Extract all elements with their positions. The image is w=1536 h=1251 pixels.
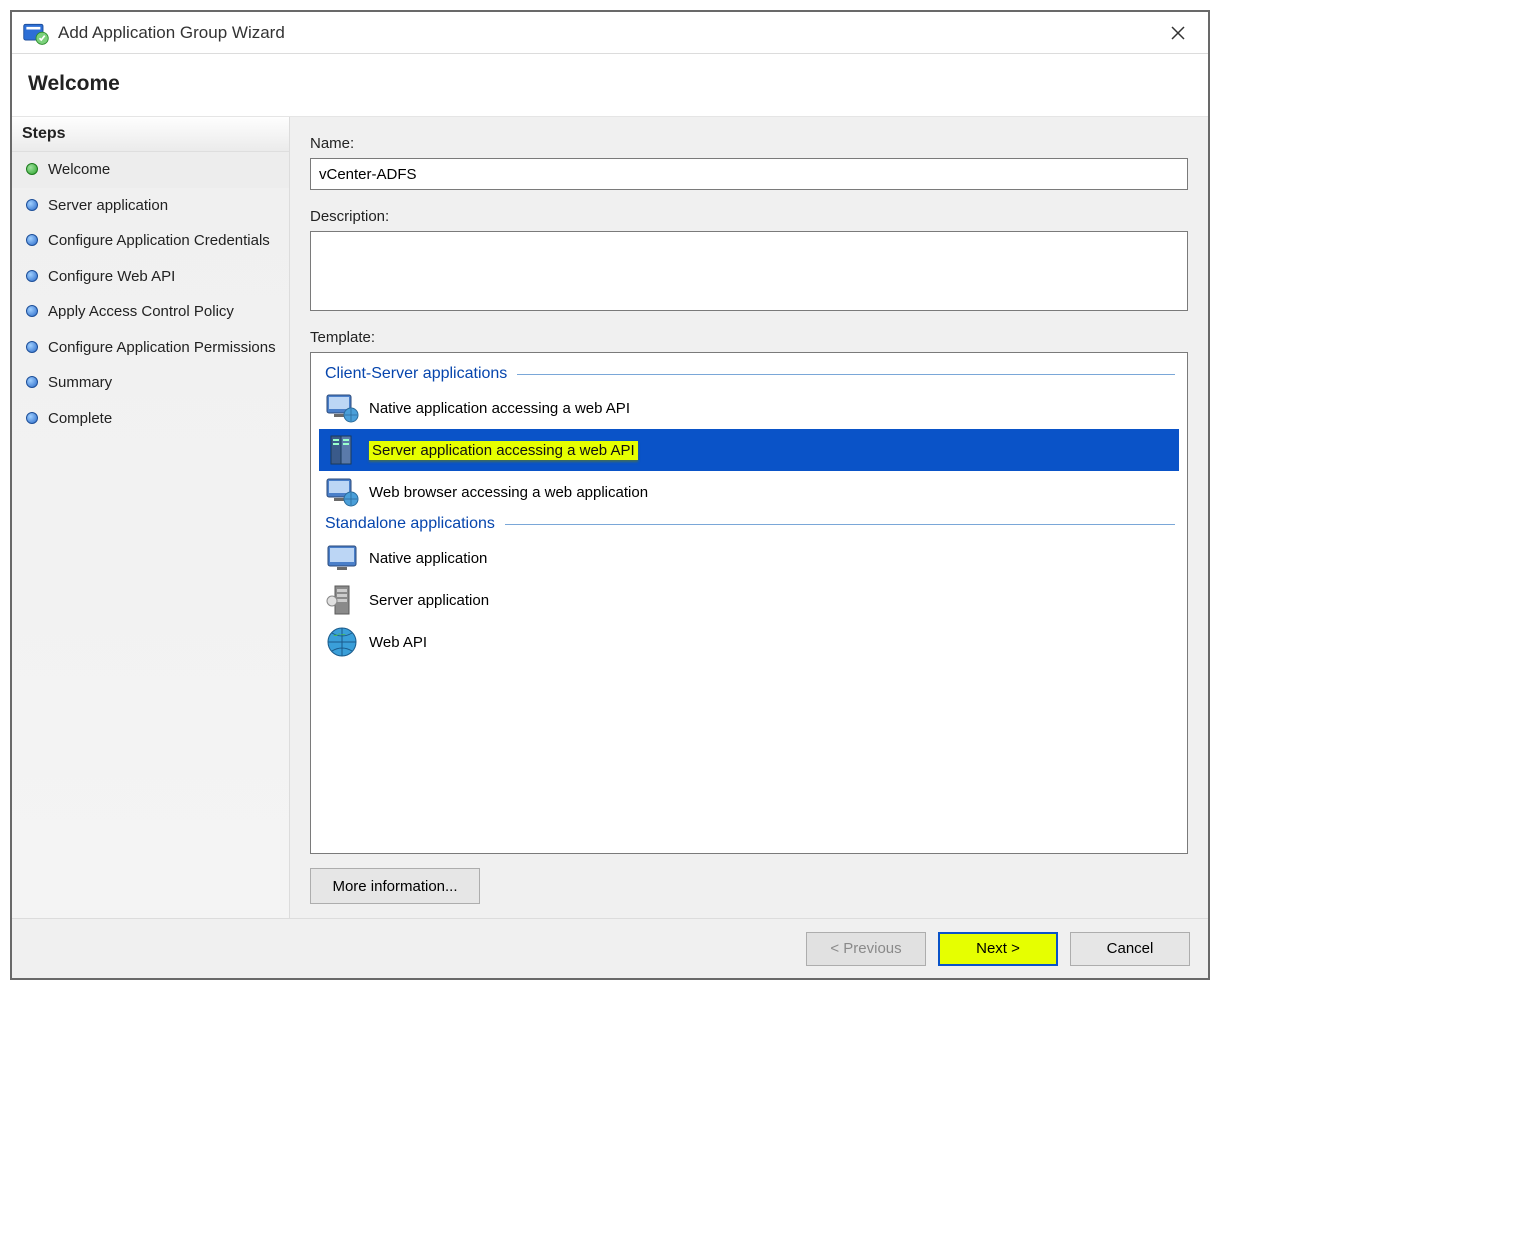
step-label: Welcome xyxy=(48,160,110,180)
main-panel: Name: Description: Template: Client-Serv… xyxy=(290,117,1208,918)
bullet-icon xyxy=(26,199,38,211)
bullet-icon xyxy=(26,270,38,282)
wizard-body: Steps Welcome Server application Configu… xyxy=(12,117,1208,918)
template-item-label: Server application xyxy=(369,592,489,609)
group-client-server: Client-Server applications xyxy=(319,363,1179,387)
close-icon xyxy=(1170,25,1186,41)
template-item-label: Web browser accessing a web application xyxy=(369,484,648,501)
globe-icon xyxy=(325,625,359,659)
wizard-footer: < Previous Next > Cancel xyxy=(12,918,1208,978)
steps-sidebar: Steps Welcome Server application Configu… xyxy=(12,117,290,918)
next-button[interactable]: Next > xyxy=(938,932,1058,966)
close-button[interactable] xyxy=(1158,19,1198,47)
name-input[interactable] xyxy=(310,158,1188,190)
monitor-globe-icon xyxy=(325,391,359,425)
template-list[interactable]: Client-Server applications Native applic… xyxy=(310,352,1188,854)
template-item-label: Native application xyxy=(369,550,487,567)
description-input[interactable] xyxy=(310,231,1188,311)
step-configure-web-api[interactable]: Configure Web API xyxy=(12,259,289,295)
bullet-icon xyxy=(26,412,38,424)
template-item-label: Native application accessing a web API xyxy=(369,400,630,417)
step-complete[interactable]: Complete xyxy=(12,401,289,437)
page-title: Welcome xyxy=(12,54,1208,117)
wizard-window: Add Application Group Wizard Welcome Ste… xyxy=(10,10,1210,980)
app-icon xyxy=(22,19,50,47)
divider xyxy=(505,524,1175,525)
step-label: Server application xyxy=(48,196,168,216)
template-web-api[interactable]: Web API xyxy=(319,621,1179,663)
more-information-button[interactable]: More information... xyxy=(310,868,480,904)
bullet-icon xyxy=(26,234,38,246)
description-label: Description: xyxy=(310,208,1188,225)
bullet-icon xyxy=(26,163,38,175)
monitor-icon xyxy=(325,541,359,575)
template-item-label: Web API xyxy=(369,634,427,651)
server-rack-icon xyxy=(325,583,359,617)
monitor-globe-icon xyxy=(325,475,359,509)
step-apply-access-control-policy[interactable]: Apply Access Control Policy xyxy=(12,294,289,330)
step-label: Configure Application Credentials xyxy=(48,231,270,251)
step-welcome[interactable]: Welcome xyxy=(12,152,289,188)
name-label: Name: xyxy=(310,135,1188,152)
step-label: Configure Application Permissions xyxy=(48,338,276,358)
template-native-application[interactable]: Native application xyxy=(319,537,1179,579)
template-label: Template: xyxy=(310,329,1188,346)
group-standalone: Standalone applications xyxy=(319,513,1179,537)
cancel-button[interactable]: Cancel xyxy=(1070,932,1190,966)
bullet-icon xyxy=(26,305,38,317)
step-label: Configure Web API xyxy=(48,267,175,287)
bullet-icon xyxy=(26,376,38,388)
steps-title: Steps xyxy=(12,117,289,152)
previous-button: < Previous xyxy=(806,932,926,966)
template-web-browser-web-app[interactable]: Web browser accessing a web application xyxy=(319,471,1179,513)
bullet-icon xyxy=(26,341,38,353)
step-label: Complete xyxy=(48,409,112,429)
titlebar: Add Application Group Wizard xyxy=(12,12,1208,54)
template-item-label: Server application accessing a web API xyxy=(369,441,638,460)
group-title: Client-Server applications xyxy=(325,365,507,383)
divider xyxy=(517,374,1175,375)
step-configure-application-permissions[interactable]: Configure Application Permissions xyxy=(12,330,289,366)
step-summary[interactable]: Summary xyxy=(12,365,289,401)
server-icon xyxy=(325,433,359,467)
group-title: Standalone applications xyxy=(325,515,495,533)
template-native-app-web-api[interactable]: Native application accessing a web API xyxy=(319,387,1179,429)
step-label: Apply Access Control Policy xyxy=(48,302,234,322)
step-server-application[interactable]: Server application xyxy=(12,188,289,224)
step-label: Summary xyxy=(48,373,112,393)
template-server-application[interactable]: Server application xyxy=(319,579,1179,621)
step-configure-application-credentials[interactable]: Configure Application Credentials xyxy=(12,223,289,259)
template-server-app-web-api[interactable]: Server application accessing a web API xyxy=(319,429,1179,471)
window-title: Add Application Group Wizard xyxy=(58,23,1158,43)
steps-list: Welcome Server application Configure App… xyxy=(12,152,289,436)
